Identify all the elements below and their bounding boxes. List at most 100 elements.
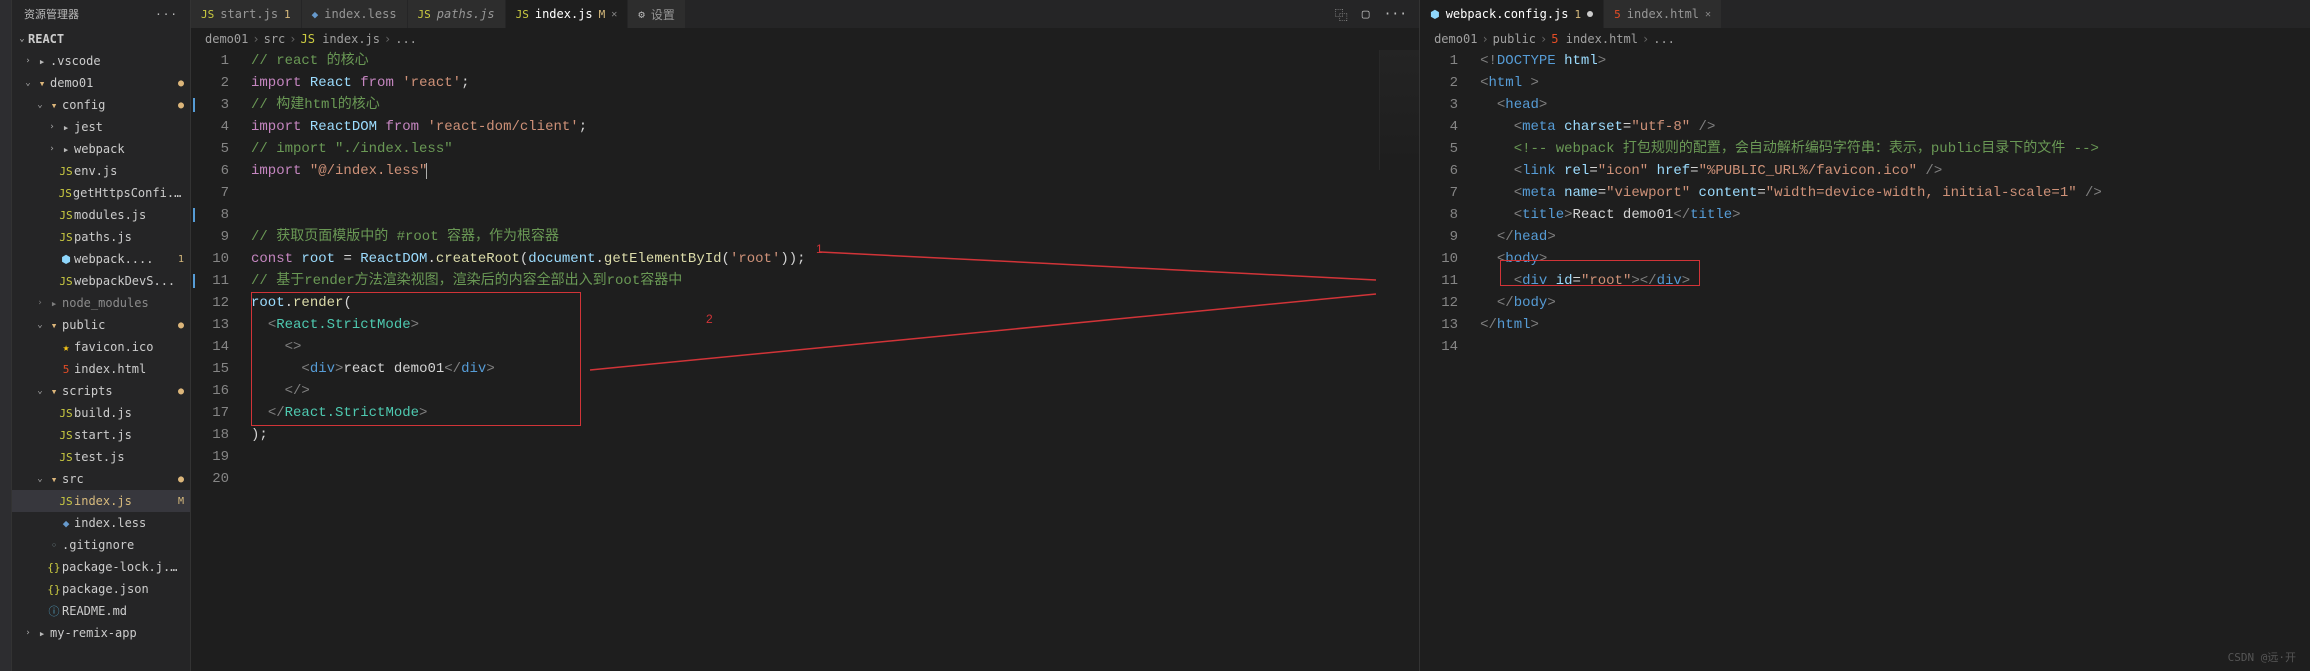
code-line[interactable]: <meta charset="utf-8" />: [1480, 116, 2310, 138]
code-left[interactable]: // react 的核心import React from 'react';//…: [241, 50, 1419, 671]
code-line[interactable]: <!DOCTYPE html>: [1480, 50, 2310, 72]
js-icon: JS: [58, 165, 74, 178]
code-line[interactable]: [251, 468, 1419, 490]
tree-item[interactable]: JSwebpackDevS...: [12, 270, 190, 292]
code-line[interactable]: <React.StrictMode>: [251, 314, 1419, 336]
activity-bar[interactable]: [0, 0, 12, 671]
code-line[interactable]: <body>: [1480, 248, 2310, 270]
breadcrumb-item[interactable]: demo01: [205, 32, 248, 46]
code-line[interactable]: </html>: [1480, 314, 2310, 336]
code-line[interactable]: <div id="root"></div>: [1480, 270, 2310, 292]
tab-action-icon[interactable]: ⿻: [1335, 5, 1348, 24]
breadcrumbs-right[interactable]: demo01› public›5 index.html› ...: [1420, 28, 2310, 50]
code-line[interactable]: <html >: [1480, 72, 2310, 94]
line-number: 17: [191, 402, 229, 424]
tree-item[interactable]: ⓘREADME.md: [12, 600, 190, 622]
code-line[interactable]: // react 的核心: [251, 50, 1419, 72]
editor-body-right[interactable]: 1234567891011121314 <!DOCTYPE html><html…: [1420, 50, 2310, 671]
code-line[interactable]: import ReactDOM from 'react-dom/client';: [251, 116, 1419, 138]
breadcrumb-item[interactable]: ...: [1653, 32, 1675, 46]
code-line[interactable]: const root = ReactDOM.createRoot(documen…: [251, 248, 1419, 270]
tree-item[interactable]: JStest.js: [12, 446, 190, 468]
tree-item[interactable]: {}package.json: [12, 578, 190, 600]
tab-bar-left[interactable]: JSstart.js1◆index.lessJSpaths.jsJSindex.…: [191, 0, 1419, 28]
tree-item[interactable]: JSmodules.js: [12, 204, 190, 226]
tab-action-icon[interactable]: ▢: [1362, 7, 1370, 22]
tree-item[interactable]: ›▸node_modules: [12, 292, 190, 314]
code-line[interactable]: <!-- webpack 打包规则的配置，会自动解析编码字符串：表示，publi…: [1480, 138, 2310, 160]
breadcrumb-item[interactable]: ...: [395, 32, 417, 46]
tree-item[interactable]: ⬢webpack....1: [12, 248, 190, 270]
code-line[interactable]: import "@/index.less": [251, 160, 1419, 182]
tree-item[interactable]: JSindex.jsM: [12, 490, 190, 512]
tree-root[interactable]: ⌄ REACT: [12, 28, 190, 50]
breadcrumb-item[interactable]: demo01: [1434, 32, 1477, 46]
code-line[interactable]: root.render(: [251, 292, 1419, 314]
minimap-left[interactable]: [1379, 50, 1419, 170]
code-line[interactable]: import React from 'react';: [251, 72, 1419, 94]
tree-item[interactable]: JSenv.js: [12, 160, 190, 182]
tree-item[interactable]: JSbuild.js: [12, 402, 190, 424]
breadcrumb-item[interactable]: JS index.js: [301, 32, 380, 46]
code-line[interactable]: );: [251, 424, 1419, 446]
code-line[interactable]: <>: [251, 336, 1419, 358]
breadcrumb-item[interactable]: public: [1493, 32, 1536, 46]
code-line[interactable]: // 构建html的核心: [251, 94, 1419, 116]
code-line[interactable]: // 基于render方法渲染视图，渲染后的内容全部出入到root容器中: [251, 270, 1419, 292]
tree-item[interactable]: ›▸jest: [12, 116, 190, 138]
tab[interactable]: JSpaths.js: [408, 0, 506, 28]
code-line[interactable]: <link rel="icon" href="%PUBLIC_URL%/favi…: [1480, 160, 2310, 182]
tab[interactable]: JSindex.jsM✕: [506, 0, 629, 28]
code-line[interactable]: <meta name="viewport" content="width=dev…: [1480, 182, 2310, 204]
editor-body-left[interactable]: 1234567891011121314151617181920 // react…: [191, 50, 1419, 671]
tree-item[interactable]: ⌄▾public●: [12, 314, 190, 336]
tab-action-icon[interactable]: ···: [1384, 7, 1407, 22]
code-line[interactable]: // import "./index.less": [251, 138, 1419, 160]
tree-item[interactable]: ★favicon.ico: [12, 336, 190, 358]
code-line[interactable]: [251, 446, 1419, 468]
code-line[interactable]: </>: [251, 380, 1419, 402]
code-line[interactable]: <head>: [1480, 94, 2310, 116]
code-line[interactable]: </body>: [1480, 292, 2310, 314]
tree-item[interactable]: ›▸my-remix-app: [12, 622, 190, 644]
code-line[interactable]: </head>: [1480, 226, 2310, 248]
code-line[interactable]: </React.StrictMode>: [251, 402, 1419, 424]
tab[interactable]: ⚙设置: [628, 0, 686, 28]
file-tree[interactable]: ⌄ REACT ›▸.vscode⌄▾demo01●⌄▾config●›▸jes…: [12, 28, 190, 671]
tree-item[interactable]: ›▸.vscode: [12, 50, 190, 72]
breadcrumbs-left[interactable]: demo01› src›JS index.js› ...: [191, 28, 1419, 50]
code-line[interactable]: [1480, 336, 2310, 358]
tree-item[interactable]: JSgetHttpsConfi...: [12, 182, 190, 204]
breadcrumb-item[interactable]: 5 index.html: [1551, 32, 1638, 46]
close-icon[interactable]: ✕: [1705, 9, 1711, 20]
tree-item[interactable]: ◆index.less: [12, 512, 190, 534]
tree-item[interactable]: 5index.html: [12, 358, 190, 380]
tree-item-label: test.js: [74, 450, 125, 464]
tree-item[interactable]: ›▸webpack: [12, 138, 190, 160]
tree-item[interactable]: {}package-lock.j...: [12, 556, 190, 578]
tree-item[interactable]: ⌄▾demo01●: [12, 72, 190, 94]
tree-item[interactable]: ◦.gitignore: [12, 534, 190, 556]
code-line[interactable]: [251, 182, 1419, 204]
tab-bar-right[interactable]: ⬢webpack.config.js15index.html✕: [1420, 0, 2310, 28]
breadcrumb-item[interactable]: src: [264, 32, 286, 46]
code-line[interactable]: <title>React demo01</title>: [1480, 204, 2310, 226]
txt-icon: ◦: [46, 539, 62, 552]
code-line[interactable]: <div>react demo01</div>: [251, 358, 1419, 380]
code-line[interactable]: [251, 204, 1419, 226]
tree-item[interactable]: ⌄▾scripts●: [12, 380, 190, 402]
code-right[interactable]: <!DOCTYPE html><html > <head> <meta char…: [1470, 50, 2310, 671]
tree-item-label: config: [62, 98, 105, 112]
code-line[interactable]: // 获取页面模版中的 #root 容器，作为根容器: [251, 226, 1419, 248]
tree-item[interactable]: ⌄▾src●: [12, 468, 190, 490]
tab[interactable]: ◆index.less: [302, 0, 408, 28]
more-icon[interactable]: ···: [155, 8, 178, 21]
close-icon[interactable]: ✕: [611, 9, 617, 20]
line-number: 5: [191, 138, 229, 160]
tab[interactable]: JSstart.js1: [191, 0, 302, 28]
tree-item[interactable]: ⌄▾config●: [12, 94, 190, 116]
tree-item[interactable]: JSstart.js: [12, 424, 190, 446]
tab[interactable]: ⬢webpack.config.js1: [1420, 0, 1604, 28]
tree-item[interactable]: JSpaths.js: [12, 226, 190, 248]
tab[interactable]: 5index.html✕: [1604, 0, 1722, 28]
